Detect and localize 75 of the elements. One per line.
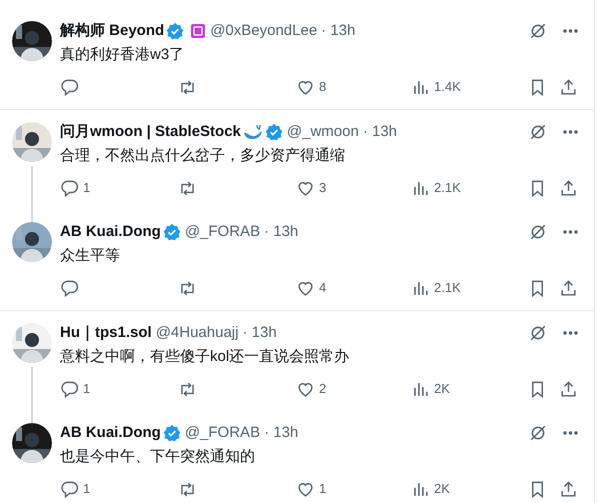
grok-button[interactable] <box>529 123 547 141</box>
retweet-icon <box>178 380 197 398</box>
more-button[interactable] <box>563 130 578 134</box>
reply-icon <box>60 178 79 198</box>
reply-button[interactable]: 1 <box>60 379 178 399</box>
share-icon <box>559 380 578 398</box>
timestamp[interactable]: · 13h <box>362 120 398 144</box>
thread-line <box>31 166 33 222</box>
grok-button[interactable] <box>529 324 547 342</box>
timestamp[interactable]: · 13h <box>264 220 298 244</box>
tweet-text: 意料之中啊，有些傻子kol还一直说会照常办 <box>60 347 350 367</box>
timestamp[interactable]: · 13h <box>264 422 298 444</box>
user-name[interactable]: AB Kuai.Dong <box>60 220 161 244</box>
more-icon <box>563 29 578 33</box>
tweet-text: 众生平等 <box>60 246 121 266</box>
share-icon <box>559 78 578 96</box>
slashed-circle-icon <box>529 424 547 442</box>
more-button[interactable] <box>563 29 578 33</box>
retweet-icon <box>178 78 197 96</box>
user-handle[interactable]: @_FORAB <box>184 220 260 244</box>
more-icon <box>563 431 578 435</box>
reply-icon <box>60 480 79 498</box>
like-button[interactable]: 1 <box>296 479 411 499</box>
share-button[interactable] <box>559 178 578 198</box>
reply-button[interactable]: 1 <box>60 479 178 499</box>
views-button[interactable]: 2.1K <box>411 278 461 298</box>
reply-icon <box>60 278 79 298</box>
more-icon <box>563 331 578 335</box>
thread-line <box>31 367 33 423</box>
slashed-circle-icon <box>529 123 547 141</box>
reply-icon <box>60 380 79 398</box>
grok-button[interactable] <box>529 424 547 442</box>
more-icon <box>563 230 578 234</box>
user-handle[interactable]: @0xBeyondLee <box>210 20 318 42</box>
more-button[interactable] <box>563 331 578 335</box>
retweet-icon <box>178 278 197 298</box>
reply-button[interactable]: 1 <box>60 178 178 198</box>
like-button[interactable]: 8 <box>296 77 411 97</box>
views-button[interactable]: 2K <box>411 479 450 499</box>
share-icon <box>559 278 578 298</box>
slashed-circle-icon <box>529 324 547 342</box>
more-icon <box>563 130 578 134</box>
user-name[interactable]: AB Kuai.Dong <box>60 422 161 444</box>
views-button[interactable]: 2.1K <box>411 178 461 198</box>
user-name[interactable]: Hu｜tps1.sol <box>60 322 152 344</box>
more-button[interactable] <box>563 230 578 234</box>
slashed-circle-icon <box>529 22 547 40</box>
share-button[interactable] <box>559 77 578 97</box>
share-button[interactable] <box>559 379 578 399</box>
tweet-text: 也是今中午、下午突然通知的 <box>60 447 256 467</box>
user-name[interactable]: 解构师 Beyond <box>60 20 164 42</box>
reply-icon <box>60 78 79 96</box>
like-button[interactable]: 2 <box>296 379 411 399</box>
grok-button[interactable] <box>529 223 547 241</box>
slashed-circle-icon <box>529 223 547 241</box>
grok-button[interactable] <box>529 22 547 40</box>
retweet-icon <box>178 480 197 498</box>
more-button[interactable] <box>563 431 578 435</box>
tweet-text: 真的利好香港w3了 <box>60 45 186 65</box>
views-button[interactable]: 2K <box>411 379 450 399</box>
share-icon <box>559 480 578 498</box>
share-button[interactable] <box>559 479 578 499</box>
views-button[interactable]: 1.4K <box>411 77 461 97</box>
like-button[interactable]: 4 <box>296 278 411 298</box>
user-handle[interactable]: @_FORAB <box>184 422 260 444</box>
timestamp[interactable]: · 13h <box>242 322 277 344</box>
timestamp[interactable]: · 13h <box>321 20 356 42</box>
user-name[interactable]: 问月wmoon | StableStock <box>60 120 241 144</box>
retweet-icon <box>178 178 197 198</box>
tweet-text: 合理，不然出点什么岔子，多少资产得通缩 <box>60 146 346 166</box>
share-icon <box>559 178 578 198</box>
share-button[interactable] <box>559 278 578 298</box>
like-button[interactable]: 3 <box>296 178 411 198</box>
user-handle[interactable]: @_wmoon <box>286 120 359 144</box>
user-handle[interactable]: @4Huahuajj <box>156 322 238 344</box>
